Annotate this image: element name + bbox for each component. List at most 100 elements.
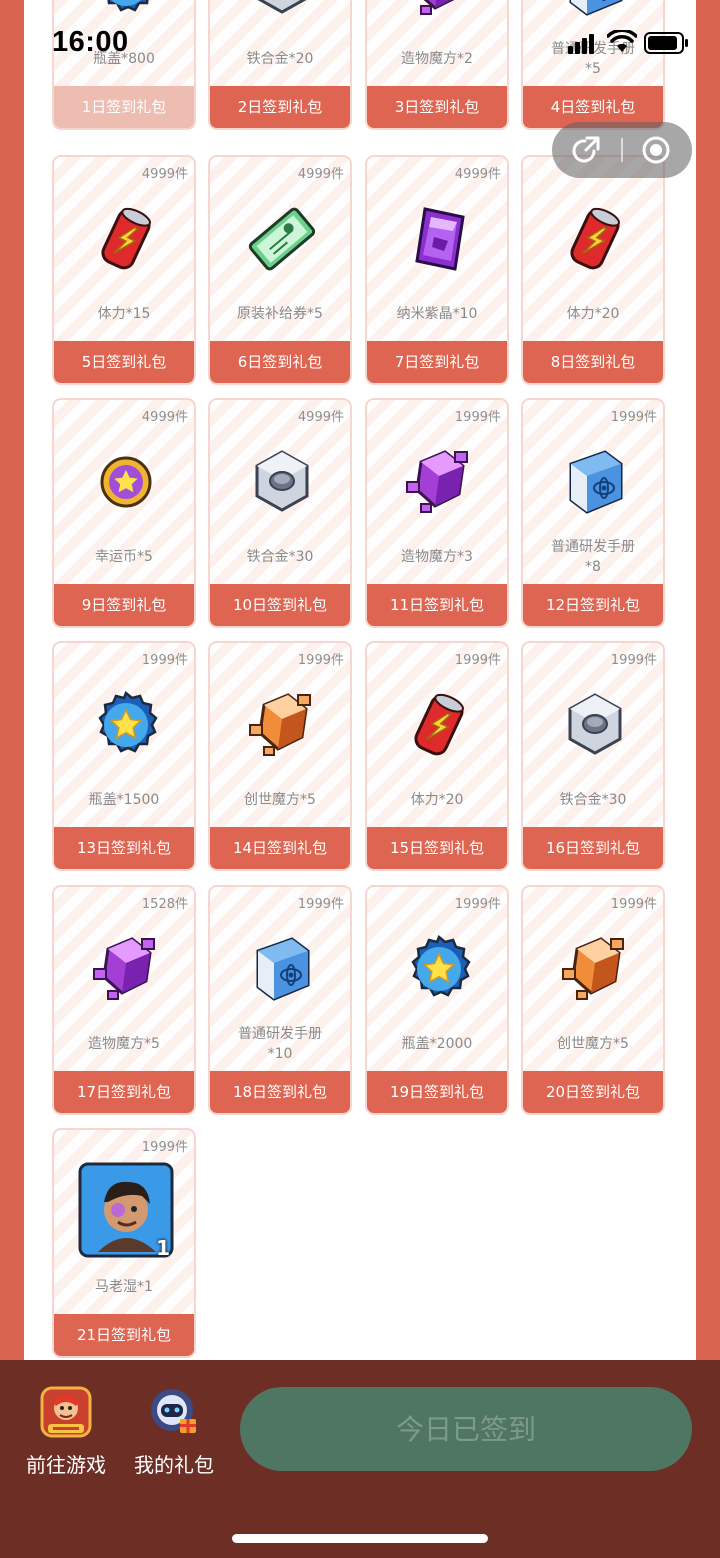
capsule-divider bbox=[621, 138, 623, 162]
claim-gift-button[interactable]: 12日签到礼包 bbox=[523, 584, 663, 626]
battery-icon bbox=[644, 32, 688, 54]
gift-card: 1999件体力*20 15日签到礼包 bbox=[365, 641, 509, 871]
go-game-label: 前往游戏 bbox=[26, 1453, 106, 1477]
character-portrait-icon: 1 bbox=[78, 1162, 174, 1260]
my-gifts-label: 我的礼包 bbox=[134, 1453, 214, 1477]
item-name: 体力*20 bbox=[566, 306, 620, 322]
gift-card: 1999件造物魔方*3 11日签到礼包 bbox=[365, 398, 509, 628]
status-time: 16:00 bbox=[52, 26, 129, 58]
robot-gift-icon bbox=[151, 1389, 196, 1433]
claim-gift-button[interactable]: 3日签到礼包 bbox=[367, 86, 507, 128]
gift-card: 1999件创世魔方*5 14日签到礼包 bbox=[208, 641, 352, 871]
gift-card: 1999件普通研发手册*10 18日签到礼包 bbox=[208, 885, 352, 1115]
stock-count: 1999件 bbox=[454, 410, 501, 425]
claim-gift-button[interactable]: 16日签到礼包 bbox=[523, 827, 663, 869]
gift-card: 4999件纳米紫晶*10 7日签到礼包 bbox=[365, 155, 509, 385]
orange-cube-icon bbox=[244, 687, 320, 763]
claim-gift-button[interactable]: 6日签到礼包 bbox=[210, 341, 350, 383]
item-name: 纳米紫晶*10 bbox=[396, 306, 478, 322]
stock-count: 4999件 bbox=[297, 167, 344, 182]
claim-gift-button[interactable]: 21日签到礼包 bbox=[54, 1314, 194, 1356]
claim-gift-button[interactable]: 10日签到礼包 bbox=[210, 584, 350, 626]
gift-card: 1999件 1 马老湿*1 21日签到礼包 bbox=[52, 1128, 196, 1358]
my-gifts-button[interactable]: 我的礼包 bbox=[134, 1386, 214, 1478]
claim-gift-button[interactable]: 18日签到礼包 bbox=[210, 1071, 350, 1113]
claim-gift-button[interactable]: 8日签到礼包 bbox=[523, 341, 663, 383]
claim-gift-button[interactable]: 1日签到礼包 bbox=[54, 86, 194, 128]
item-name: 创世魔方*5 bbox=[244, 792, 316, 808]
item-name: 造物魔方*3 bbox=[401, 549, 473, 565]
energy-can-icon bbox=[401, 687, 477, 763]
stock-count: 1999件 bbox=[454, 653, 501, 668]
gift-card: 1999件创世魔方*5 20日签到礼包 bbox=[521, 885, 665, 1115]
bottom-bar: 前往游戏 我的礼包 今日已签到 bbox=[0, 1360, 720, 1558]
nut-icon bbox=[557, 687, 633, 763]
claim-gift-button[interactable]: 15日签到礼包 bbox=[367, 827, 507, 869]
green-ticket-icon bbox=[244, 201, 320, 277]
gift-card: 1999件铁合金*30 16日签到礼包 bbox=[521, 641, 665, 871]
item-name: 马老湿*1 bbox=[95, 1279, 153, 1295]
item-name: 铁合金*30 bbox=[559, 792, 627, 808]
stock-count: 1528件 bbox=[141, 897, 188, 912]
stock-count: 1999件 bbox=[297, 653, 344, 668]
purple-crystal-icon bbox=[401, 201, 477, 277]
go-game-button[interactable]: 前往游戏 bbox=[26, 1386, 106, 1478]
gift-card: 1999件瓶盖*2000 19日签到礼包 bbox=[365, 885, 509, 1115]
gift-card: 4999件原装补给券*5 6日签到礼包 bbox=[208, 155, 352, 385]
claim-gift-button[interactable]: 11日签到礼包 bbox=[367, 584, 507, 626]
stock-count: 1999件 bbox=[610, 653, 657, 668]
stock-count: 1999件 bbox=[141, 653, 188, 668]
stock-count: 1999件 bbox=[454, 897, 501, 912]
stock-count: 4999件 bbox=[141, 167, 188, 182]
nut-icon bbox=[244, 444, 320, 520]
orange-cube-icon bbox=[557, 931, 633, 1007]
miniprogram-capsule bbox=[552, 122, 692, 178]
gift-card: 4999件幸运币*5 9日签到礼包 bbox=[52, 398, 196, 628]
bottlecap-icon bbox=[401, 931, 477, 1007]
bottlecap-icon bbox=[88, 687, 164, 763]
claim-gift-button[interactable]: 20日签到礼包 bbox=[523, 1071, 663, 1113]
stock-count: 4999件 bbox=[454, 167, 501, 182]
item-name: 体力*20 bbox=[410, 792, 464, 808]
stock-count: 1999件 bbox=[610, 897, 657, 912]
item-name: 普通研发手册*8 bbox=[551, 539, 635, 575]
share-icon[interactable] bbox=[570, 134, 602, 166]
energy-can-icon bbox=[557, 201, 633, 277]
claim-gift-button[interactable]: 14日签到礼包 bbox=[210, 827, 350, 869]
gift-card: 1999件瓶盖*1500 13日签到礼包 bbox=[52, 641, 196, 871]
item-name: 体力*15 bbox=[97, 306, 151, 322]
stock-count: 1999件 bbox=[610, 410, 657, 425]
purple-cube-icon bbox=[88, 931, 164, 1007]
claim-gift-button[interactable]: 9日签到礼包 bbox=[54, 584, 194, 626]
stock-count: 1999件 bbox=[297, 897, 344, 912]
game-logo-icon bbox=[40, 1386, 92, 1438]
claim-gift-button[interactable]: 17日签到礼包 bbox=[54, 1071, 194, 1113]
item-name: 瓶盖*2000 bbox=[401, 1036, 473, 1052]
wifi-icon bbox=[607, 30, 637, 52]
blue-book-icon bbox=[557, 444, 633, 520]
claim-gift-button[interactable]: 7日签到礼包 bbox=[367, 341, 507, 383]
claim-gift-button[interactable]: 13日签到礼包 bbox=[54, 827, 194, 869]
portrait-count-badge: 1 bbox=[156, 1236, 170, 1260]
purple-cube-icon bbox=[401, 444, 477, 520]
claim-gift-button[interactable]: 5日签到礼包 bbox=[54, 341, 194, 383]
gift-grid: 瓶盖*8001日签到礼包铁合金*202日签到礼包造物魔方*23日签到礼包普通研发… bbox=[0, 0, 720, 1362]
item-name: 铁合金*30 bbox=[246, 549, 314, 565]
item-name: 原装补给券*5 bbox=[237, 306, 323, 322]
item-name: 瓶盖*1500 bbox=[88, 792, 160, 808]
stock-count: 4999件 bbox=[297, 410, 344, 425]
energy-can-icon bbox=[88, 201, 164, 277]
status-bar: 16:00 bbox=[0, 0, 720, 86]
item-name: 创世魔方*5 bbox=[557, 1036, 629, 1052]
claim-gift-button[interactable]: 2日签到礼包 bbox=[210, 86, 350, 128]
item-name: 幸运币*5 bbox=[95, 549, 153, 565]
record-target-icon[interactable] bbox=[640, 134, 672, 166]
stock-count: 1999件 bbox=[141, 1140, 188, 1155]
stock-count: 4999件 bbox=[141, 410, 188, 425]
home-indicator bbox=[232, 1534, 488, 1543]
claim-gift-button[interactable]: 19日签到礼包 bbox=[367, 1071, 507, 1113]
gift-card: 1999件普通研发手册*8 12日签到礼包 bbox=[521, 398, 665, 628]
item-name: 普通研发手册*10 bbox=[238, 1026, 322, 1062]
checked-in-today-button[interactable]: 今日已签到 bbox=[240, 1387, 692, 1471]
gift-card: 1528件 造物魔方*5 17日签到礼包 bbox=[52, 885, 196, 1115]
